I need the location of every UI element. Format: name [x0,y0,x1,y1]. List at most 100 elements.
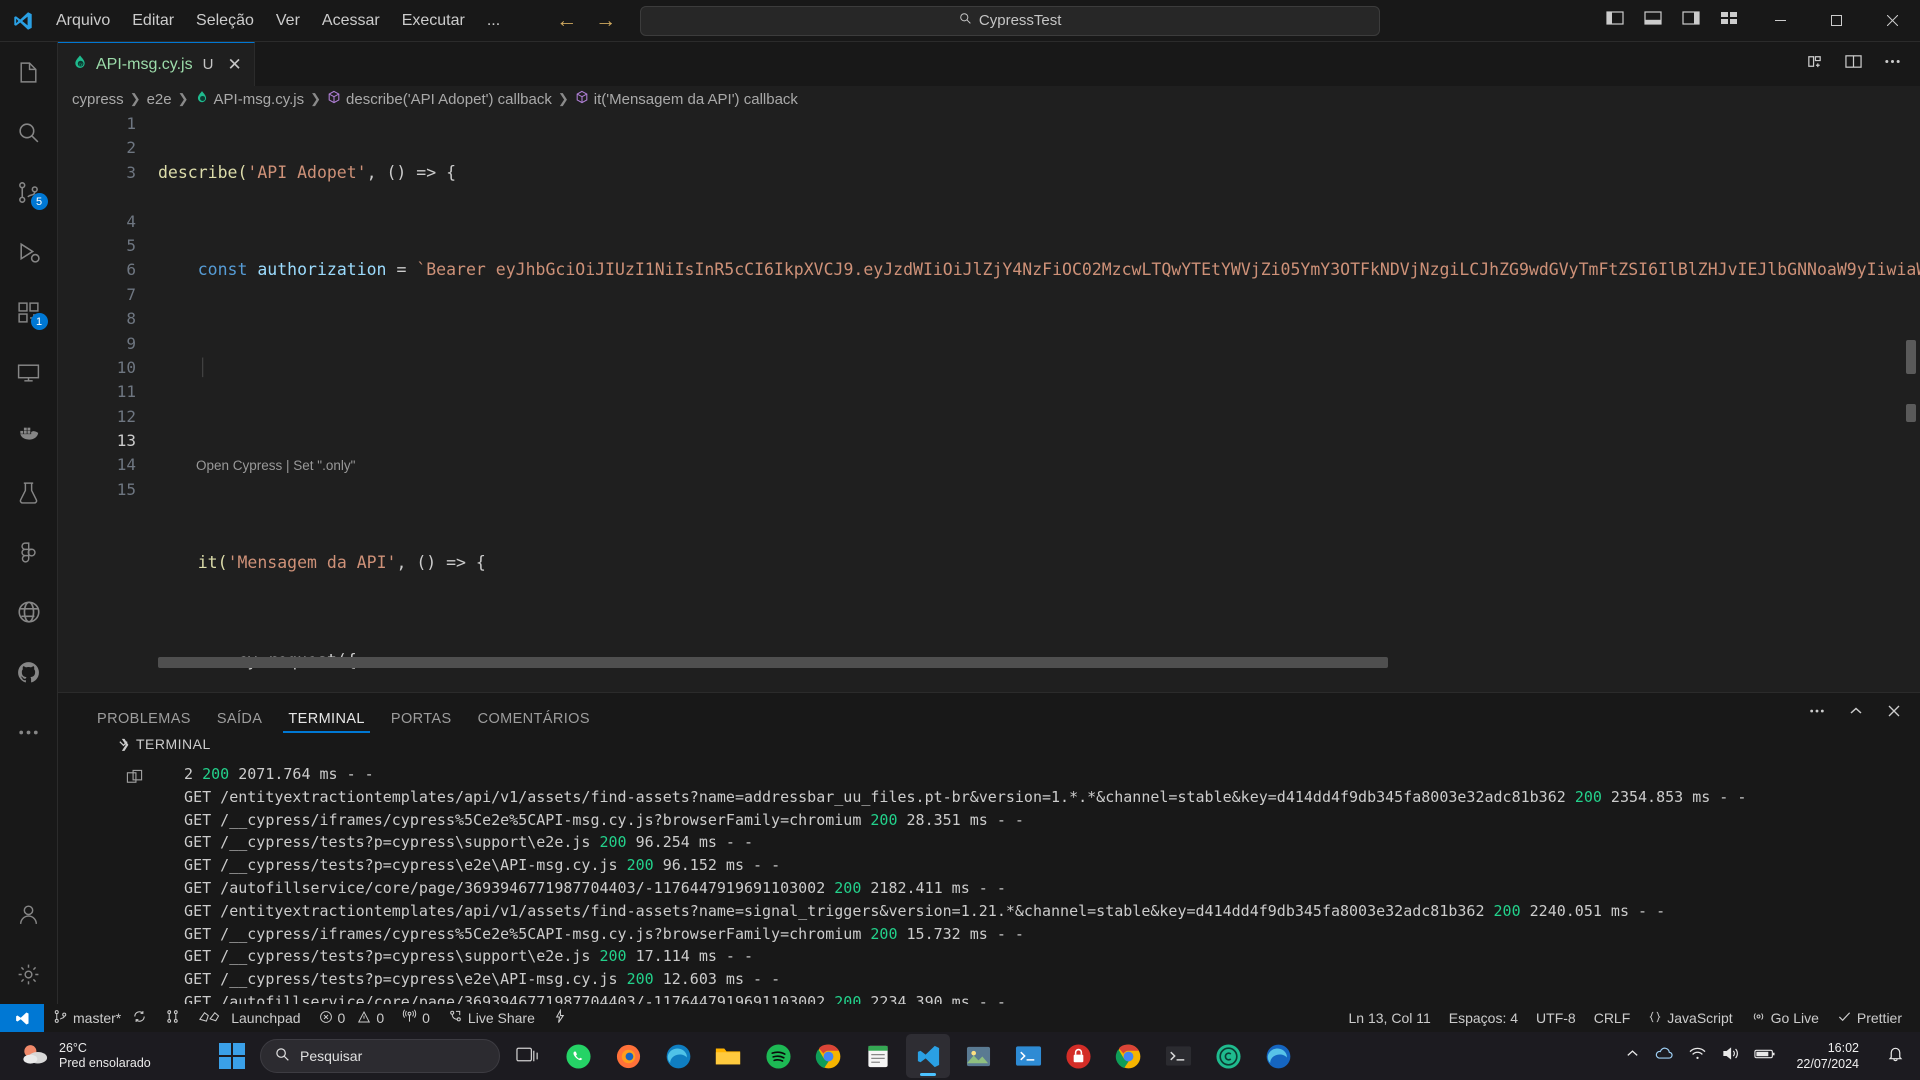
status-launchpad[interactable]: Launchpad [189,1004,309,1032]
sidebar-item-github[interactable] [0,642,58,702]
battery-icon[interactable] [1754,1047,1776,1066]
status-branch[interactable]: master* [44,1004,156,1032]
editor-layout-icon[interactable] [1844,53,1863,75]
more-actions-icon[interactable] [1808,703,1826,724]
wifi-icon[interactable] [1688,1046,1707,1066]
breadcrumb-item-e2e[interactable]: e2e [147,91,172,108]
menu-editar[interactable]: Editar [122,8,184,34]
search-input[interactable]: Pesquisar [260,1039,500,1073]
menu-arquivo[interactable]: Arquivo [46,8,120,34]
taskbar-app-whatsapp[interactable] [556,1034,600,1078]
status-git-compare[interactable] [156,1004,189,1032]
notification-bell-icon[interactable] [1887,1045,1904,1067]
editor-tab-api-msg[interactable]: cy API-msg.cy.js U ✕ [58,42,255,86]
sidebar-item-figma[interactable] [0,522,58,582]
status-indentation[interactable]: Espaços: 4 [1440,1004,1527,1032]
windows-start-icon[interactable] [210,1036,254,1076]
status-go-live[interactable]: Go Live [1742,1004,1828,1032]
taskbar-app-photos[interactable] [956,1034,1000,1078]
breadcrumb-item-file[interactable]: API-msg.cy.js [195,90,304,108]
taskbar-app-task-view[interactable] [506,1034,550,1078]
taskbar-app-windows-terminal[interactable] [1156,1034,1200,1078]
accounts-button[interactable] [0,884,58,944]
terminal-output[interactable]: 2 200 2071.764 ms - - GET /entityextract… [58,755,1920,1004]
sidebar-item-run-and-debug[interactable] [0,222,58,282]
status-ports[interactable]: 0 [393,1004,439,1032]
sidebar-item-testing[interactable] [0,462,58,522]
taskbar-app-vscode[interactable] [906,1034,950,1078]
show-desktop-button[interactable] [1914,1032,1920,1080]
sidebar-item-edge-tools[interactable] [0,582,58,642]
sidebar-item-remote-explorer[interactable] [0,342,58,402]
weather-widget[interactable]: 26°C Pred ensolarado [0,1041,210,1072]
menu-ver[interactable]: Ver [266,8,310,34]
menu-executar[interactable]: Executar [392,8,475,34]
tab-portas[interactable]: PORTAS [378,693,465,733]
split-editor-icon[interactable] [1805,53,1824,75]
status-problems[interactable]: 0 0 [310,1004,394,1032]
menu-selecao[interactable]: Seleção [186,8,264,34]
sidebar-item-explorer[interactable] [0,42,58,102]
chevron-up-icon[interactable] [1848,704,1864,723]
taskbar-app-chrome-store[interactable] [806,1034,850,1078]
cloud-icon[interactable] [1654,1046,1674,1066]
taskbar-app-lastpass[interactable] [1056,1034,1100,1078]
maximize-button[interactable] [1808,0,1864,42]
breadcrumb-item-it[interactable]: it('Mensagem da API') callback [575,90,798,108]
minimize-button[interactable] [1752,0,1808,42]
taskbar-app-edge[interactable] [656,1034,700,1078]
sidebar-item-search[interactable] [0,102,58,162]
status-cursor-position[interactable]: Ln 13, Col 11 [1340,1004,1440,1032]
breadcrumb-item-describe[interactable]: describe('API Adopet') callback [327,90,552,108]
taskbar-app-cypress[interactable] [1206,1034,1250,1078]
taskbar-clock[interactable]: 16:02 22/07/2024 [1790,1040,1873,1072]
tab-problemas[interactable]: PROBLEMAS [84,693,204,733]
sidebar-item-extensions[interactable]: 1 [0,282,58,342]
taskbar-app-notes[interactable] [856,1034,900,1078]
close-icon[interactable]: ✕ [227,56,241,73]
toggle-primary-sidebar-icon[interactable] [1606,10,1624,31]
tab-saida[interactable]: SAÍDA [204,693,276,733]
status-encoding[interactable]: UTF-8 [1527,1004,1585,1032]
taskbar-app-edge-dev[interactable] [1256,1034,1300,1078]
chevron-right-icon[interactable]: ❯ [120,737,131,751]
sidebar-item-docker[interactable] [0,402,58,462]
customize-layout-icon[interactable] [1720,10,1738,31]
taskbar-app-spotify[interactable] [756,1034,800,1078]
line-number: 11 [116,382,136,402]
arrow-left-icon[interactable]: ← [556,9,577,33]
arrow-right-icon[interactable]: → [595,9,616,33]
close-button[interactable] [1864,0,1920,42]
taskbar-app-firefox[interactable] [606,1034,650,1078]
status-live-share[interactable]: Live Share [439,1004,544,1032]
sidebar-item-source-control[interactable]: 5 [0,162,58,222]
status-zap[interactable] [544,1004,575,1032]
code-token-const: const [197,260,248,280]
menu-acessar[interactable]: Acessar [312,8,390,34]
close-icon[interactable] [1886,704,1902,723]
code-editor[interactable]: 1 2 3 4 5 6 7 8 9 10 11 12 13 14 15 desc… [58,112,1920,672]
quick-open-input[interactable]: CypressTest [640,5,1381,36]
gear-icon[interactable] [0,944,58,1004]
taskbar-app-file-explorer[interactable] [706,1034,750,1078]
tab-terminal[interactable]: TERMINAL [275,693,378,733]
codelens-open-cypress[interactable]: Open Cypress | Set ".only" [158,454,1920,478]
volume-icon[interactable] [1721,1046,1740,1066]
sync-icon[interactable] [132,1009,147,1027]
menu-more[interactable]: ... [477,8,510,34]
status-prettier[interactable]: Prettier [1828,1004,1920,1032]
taskbar-app-powershell-blue[interactable] [1006,1034,1050,1078]
chevron-up-icon[interactable] [1625,1047,1640,1065]
toggle-panel-icon[interactable] [1644,10,1662,31]
more-actions-icon[interactable] [1883,53,1902,75]
taskbar-app-chrome[interactable] [1106,1034,1150,1078]
remote-window-icon[interactable] [0,1004,44,1032]
status-eol[interactable]: CRLF [1585,1004,1640,1032]
editor-vertical-scrollbar[interactable] [1906,340,1916,374]
editor-horizontal-scrollbar[interactable] [158,657,1388,668]
sidebar-item-more-views[interactable] [0,702,58,762]
tab-comentarios[interactable]: COMENTÁRIOS [465,693,603,733]
toggle-secondary-sidebar-icon[interactable] [1682,10,1700,31]
status-language-mode[interactable]: JavaScript [1639,1004,1741,1032]
breadcrumb-item-cypress[interactable]: cypress [72,91,124,108]
